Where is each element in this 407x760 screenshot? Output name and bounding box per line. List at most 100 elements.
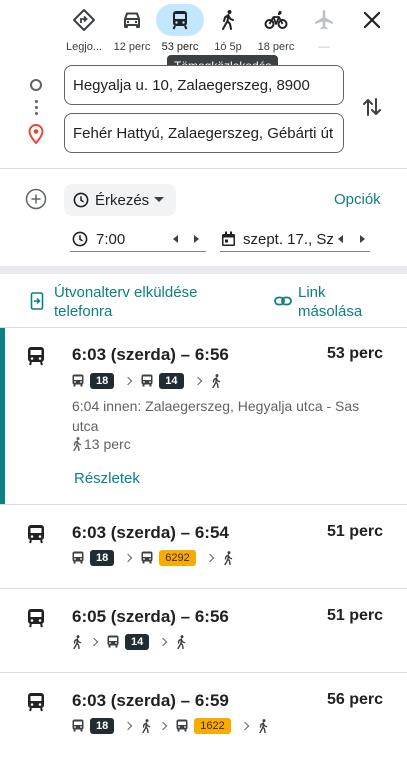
line-badge: 14	[125, 633, 150, 650]
walking-time-value: 13 perc	[84, 436, 131, 452]
previous-date-icon[interactable]	[338, 235, 343, 243]
origin-input[interactable]	[64, 65, 344, 105]
route-times: 6:03 (szerda) – 6:59	[72, 691, 229, 710]
walk-icon	[211, 373, 221, 388]
copy-link-label: Link másolása	[298, 284, 363, 320]
options-link[interactable]: Opciók	[334, 191, 381, 208]
bus-icon	[176, 719, 188, 732]
route-duration: 53 perc	[326, 345, 383, 362]
next-time-icon[interactable]	[194, 235, 199, 243]
time-picker[interactable]: 7:00	[70, 228, 206, 252]
route-option[interactable]: 6:03 (szerda) – 6:59 56 perc 18 1622	[0, 672, 407, 760]
transit-icon	[28, 693, 44, 712]
details-link[interactable]: Részletek	[74, 470, 140, 487]
send-to-phone-icon	[30, 292, 44, 310]
walk-icon	[222, 10, 234, 30]
chevron-right-icon	[193, 376, 202, 386]
walk-icon	[72, 634, 82, 649]
clock-icon	[72, 231, 88, 247]
route-steps: 18 14	[72, 372, 227, 390]
travel-mode-bar: Legjo... 12 perc 53 perc 1ó 5p 18 perc —	[0, 0, 407, 56]
clock-icon	[73, 192, 89, 208]
route-duration: 56 perc	[326, 691, 383, 708]
departure-detail: 6:04 innen: Zalaegerszeg, Hegyalja utca …	[72, 398, 360, 434]
send-to-phone-button[interactable]: Útvonalterv elküldése telefonra	[28, 283, 238, 320]
route-times: 6:03 (szerda) – 6:54	[72, 523, 229, 542]
best-route-icon	[73, 9, 95, 31]
transit-icon	[28, 609, 44, 628]
chevron-right-icon	[159, 721, 168, 731]
arrive-by-label: Érkezés	[95, 192, 150, 209]
transit-icon	[28, 525, 44, 544]
link-icon	[274, 296, 292, 306]
car-icon	[124, 12, 140, 28]
line-badge: 18	[90, 372, 115, 389]
line-badge: 18	[90, 549, 115, 566]
chevron-right-icon	[240, 721, 249, 731]
bus-icon	[72, 551, 84, 564]
arrive-by-dropdown[interactable]: Érkezés	[64, 184, 176, 216]
mode-best-route[interactable]: Legjo...	[60, 4, 108, 56]
bus-icon	[72, 374, 84, 387]
copy-link-button[interactable]: Link másolása	[272, 283, 382, 320]
selected-route-indicator	[0, 328, 5, 504]
walking-time: 13 perc	[72, 436, 131, 452]
walk-icon	[258, 718, 268, 733]
bus-icon	[141, 551, 153, 564]
bike-icon	[264, 10, 288, 29]
send-to-phone-label: Útvonalterv elküldése telefonra	[54, 284, 198, 320]
previous-time-icon[interactable]	[173, 235, 178, 243]
divider	[0, 504, 407, 505]
date-picker[interactable]: szept. 17., Sze	[220, 228, 370, 252]
transit-icon	[28, 347, 44, 366]
route-steps: 18 1622	[72, 717, 274, 735]
origin-circle-icon	[30, 79, 42, 91]
route-option[interactable]: 6:05 (szerda) – 6:56 51 perc 14	[0, 588, 407, 672]
chevron-right-icon	[124, 376, 133, 386]
chevron-right-icon	[159, 637, 168, 647]
mode-bike[interactable]: 18 perc	[252, 4, 300, 56]
chevron-down-icon	[154, 197, 164, 202]
chevron-right-icon	[205, 553, 214, 563]
chevron-right-icon	[89, 637, 99, 647]
plane-icon	[315, 10, 333, 30]
bus-icon	[141, 374, 153, 387]
mode-transit[interactable]: 53 perc	[156, 4, 204, 56]
section-divider	[0, 266, 407, 274]
bus-icon	[107, 635, 119, 648]
date-value: szept. 17., Sze	[243, 231, 333, 248]
bus-icon	[72, 719, 84, 732]
time-value: 7:00	[96, 231, 126, 248]
route-option[interactable]: 6:03 (szerda) – 6:54 51 perc 18 6292	[0, 504, 407, 588]
walk-icon	[141, 718, 151, 733]
route-times: 6:05 (szerda) – 6:56	[72, 607, 229, 626]
route-duration: 51 perc	[326, 523, 383, 540]
route-steps: 14	[72, 633, 192, 651]
route-dots-icon	[35, 100, 38, 116]
transit-icon	[172, 11, 188, 30]
mode-flight[interactable]: —	[300, 4, 348, 56]
line-badge: 1622	[194, 717, 231, 734]
walk-icon	[73, 437, 82, 451]
mode-car[interactable]: 12 perc	[108, 4, 156, 56]
route-duration: 51 perc	[326, 607, 383, 624]
mode-flight-label: —	[318, 41, 330, 53]
divider	[0, 672, 407, 673]
calendar-icon	[222, 231, 235, 246]
chevron-right-icon	[124, 553, 133, 563]
mode-walk[interactable]: 1ó 5p	[204, 4, 252, 56]
line-badge: 6292	[159, 549, 196, 566]
destination-pin-icon	[28, 124, 44, 144]
divider	[0, 168, 407, 169]
close-icon[interactable]	[360, 8, 384, 32]
add-stop-icon[interactable]	[25, 188, 47, 210]
line-badge: 18	[90, 717, 115, 734]
next-date-icon[interactable]	[360, 235, 365, 243]
walk-icon	[223, 550, 233, 565]
route-steps: 18 6292	[72, 549, 239, 567]
walk-icon	[176, 634, 186, 649]
route-option[interactable]: 6:03 (szerda) – 6:56 53 perc 18 14 6:04 i…	[0, 328, 407, 504]
swap-directions-icon[interactable]	[360, 95, 384, 119]
destination-input[interactable]	[64, 113, 344, 153]
divider	[0, 588, 407, 589]
